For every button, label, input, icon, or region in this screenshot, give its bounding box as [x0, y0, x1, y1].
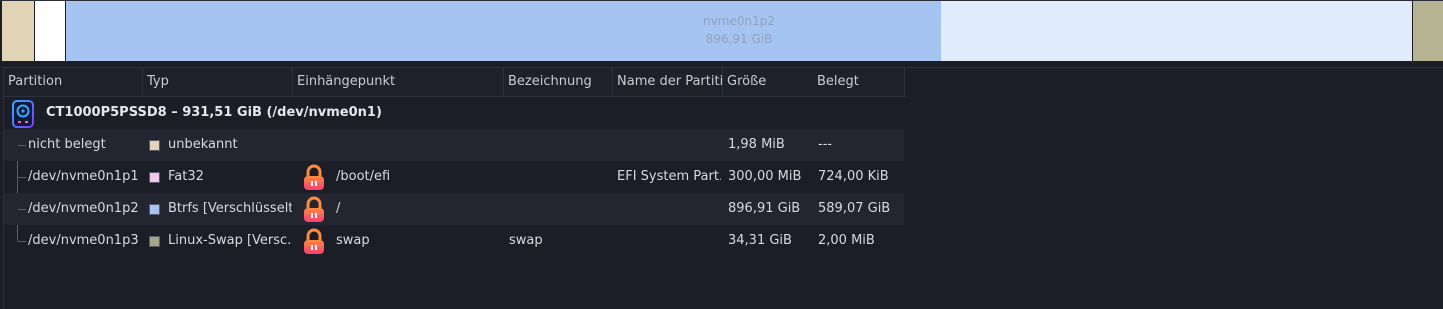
segment-nvme0n1p3[interactable] — [1412, 0, 1443, 61]
segment-nvme0n1p2[interactable]: nvme0n1p2 896,91 GiB — [66, 0, 1412, 61]
cell-partition: /dev/nvme0n1p1 — [28, 169, 139, 184]
segment-unallocated[interactable] — [2, 0, 34, 61]
type-color-swatch — [149, 204, 160, 215]
table-row[interactable]: /dev/nvme0n1p2 Btrfs [Verschlüsselt] / 8… — [4, 193, 904, 225]
cell-mountpoint: / — [336, 201, 341, 216]
table-row[interactable]: /dev/nvme0n1p1 Fat32 /boot/efi EFI Syste… — [4, 161, 904, 193]
partition-bar: nvme0n1p2 896,91 GiB — [0, 0, 1443, 61]
cell-mountpoint: swap — [336, 233, 370, 248]
col-header-label[interactable]: Bezeichnung — [504, 68, 613, 96]
cell-size: 300,00 MiB — [728, 169, 802, 184]
cell-used: 724,00 KiB — [818, 169, 889, 184]
cell-type: unbekannt — [168, 137, 238, 152]
segment-size: 896,91 GiB — [705, 32, 773, 46]
cell-used: 2,00 MiB — [818, 233, 875, 248]
cell-size: 896,91 GiB — [728, 201, 801, 216]
drive-icon — [12, 100, 34, 128]
tree-branch — [18, 177, 26, 178]
cell-used: 589,07 GiB — [818, 201, 891, 216]
col-header-size[interactable]: Größe — [723, 68, 813, 96]
col-header-partition[interactable]: Partition — [4, 68, 143, 96]
type-color-swatch — [149, 140, 160, 151]
segment-nvme0n1p1[interactable] — [34, 0, 66, 61]
type-color-swatch — [149, 236, 160, 247]
cell-partition-name: EFI System Part… — [617, 169, 721, 184]
cell-partition: /dev/nvme0n1p3 — [28, 233, 139, 248]
tree-branch — [18, 241, 26, 242]
disk-row[interactable]: CT1000P5PSSD8 – 931,51 GiB (/dev/nvme0n1… — [4, 97, 904, 129]
col-header-type[interactable]: Typ — [143, 68, 293, 96]
bar-divider — [0, 0, 1443, 1]
cell-partition: /dev/nvme0n1p2 — [28, 201, 139, 216]
lock-icon — [304, 196, 324, 222]
segment-used-fill — [66, 0, 941, 61]
cell-size: 34,31 GiB — [728, 233, 792, 248]
cell-type: Fat32 — [168, 169, 204, 184]
cell-type: Btrfs [Verschlüsselt] — [168, 201, 292, 216]
tree-branch — [18, 209, 26, 210]
cell-type: Linux-Swap [Versc… — [168, 233, 292, 248]
table-row[interactable]: nicht belegt unbekannt 1,98 MiB --- — [4, 129, 904, 161]
disk-label: CT1000P5PSSD8 – 931,51 GiB (/dev/nvme0n1… — [46, 105, 382, 120]
cell-label: swap — [509, 233, 543, 248]
partition-table: Partition Typ Einhängepunkt Bezeichnung … — [3, 67, 1443, 309]
cell-mountpoint: /boot/efi — [336, 169, 391, 184]
table-header: Partition Typ Einhängepunkt Bezeichnung … — [4, 68, 905, 97]
type-color-swatch — [149, 172, 160, 183]
table-row[interactable]: /dev/nvme0n1p3 Linux-Swap [Versc… swap s… — [4, 225, 904, 257]
col-header-mountpoint[interactable]: Einhängepunkt — [293, 68, 504, 96]
cell-partition: nicht belegt — [28, 137, 106, 152]
lock-icon — [304, 164, 324, 190]
tree-branch — [18, 145, 26, 146]
col-header-partition-name[interactable]: Name der Partition — [613, 68, 723, 96]
cell-used: --- — [818, 137, 833, 152]
lock-icon — [304, 228, 324, 254]
cell-size: 1,98 MiB — [728, 137, 785, 152]
col-header-used[interactable]: Belegt — [813, 68, 904, 96]
segment-label: nvme0n1p2 — [703, 14, 775, 28]
